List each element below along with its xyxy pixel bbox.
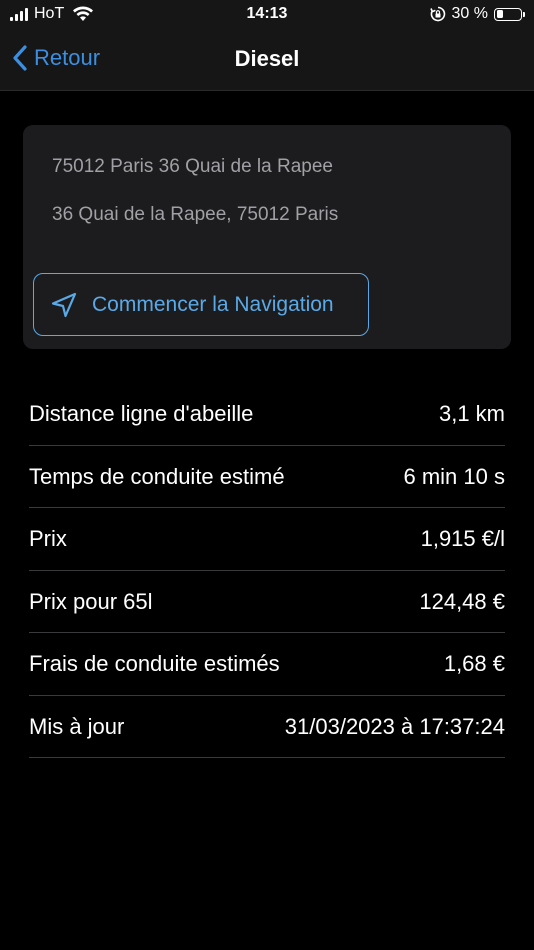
info-value: 1,915 €/l: [420, 526, 505, 551]
page-title: Diesel: [234, 46, 300, 71]
info-value: 1,68 €: [443, 651, 505, 676]
info-label: Distance ligne d'abeille: [29, 401, 254, 426]
info-value: 124,48 €: [419, 588, 505, 614]
info-value: 31/03/2023 à 17:37:24: [284, 713, 505, 739]
info-label: Prix: [29, 526, 67, 551]
info-row-drive-time: Temps de conduite estimé 6 min 10 s: [29, 446, 506, 508]
battery-icon: [494, 7, 525, 21]
info-label: Mis à jour: [29, 713, 125, 739]
start-navigation-label: Commencer la Navigation: [92, 292, 334, 316]
info-row-updated: Mis à jour 31/03/2023 à 17:37:24: [29, 696, 505, 758]
status-right: 30 %: [429, 5, 525, 23]
info-label: Prix pour 65l: [29, 588, 153, 614]
info-label: Frais de conduite estimés: [29, 651, 280, 676]
location-arrow-icon: [51, 292, 77, 317]
battery-fill: [496, 10, 504, 18]
address-line-1: 75012 Paris 36 Quai de la Rapee: [52, 156, 333, 177]
address-line-2: 36 Quai de la Rapee, 75012 Paris: [52, 204, 339, 225]
battery-percent: 30 %: [451, 5, 488, 22]
navigation-bar: Retour Diesel: [0, 30, 534, 91]
info-row-drive-cost: Frais de conduite estimés 1,68 €: [29, 633, 505, 696]
info-row-price: Prix 1,915 €/l: [29, 508, 505, 571]
info-list: Distance ligne d'abeille 3,1 km Temps de…: [29, 383, 505, 758]
address-card: 75012 Paris 36 Quai de la Rapee 36 Quai …: [23, 125, 511, 349]
rotation-lock-icon: [429, 6, 445, 22]
status-bar: HoT 14:13 30 %: [0, 0, 534, 30]
info-value: 3,1 km: [438, 401, 505, 426]
info-value: 6 min 10 s: [403, 463, 506, 489]
info-row-distance: Distance ligne d'abeille 3,1 km: [29, 383, 505, 446]
start-navigation-button[interactable]: Commencer la Navigation: [33, 273, 369, 336]
info-row-price-65l: Prix pour 65l 124,48 €: [29, 571, 505, 633]
info-label: Temps de conduite estimé: [29, 463, 285, 489]
